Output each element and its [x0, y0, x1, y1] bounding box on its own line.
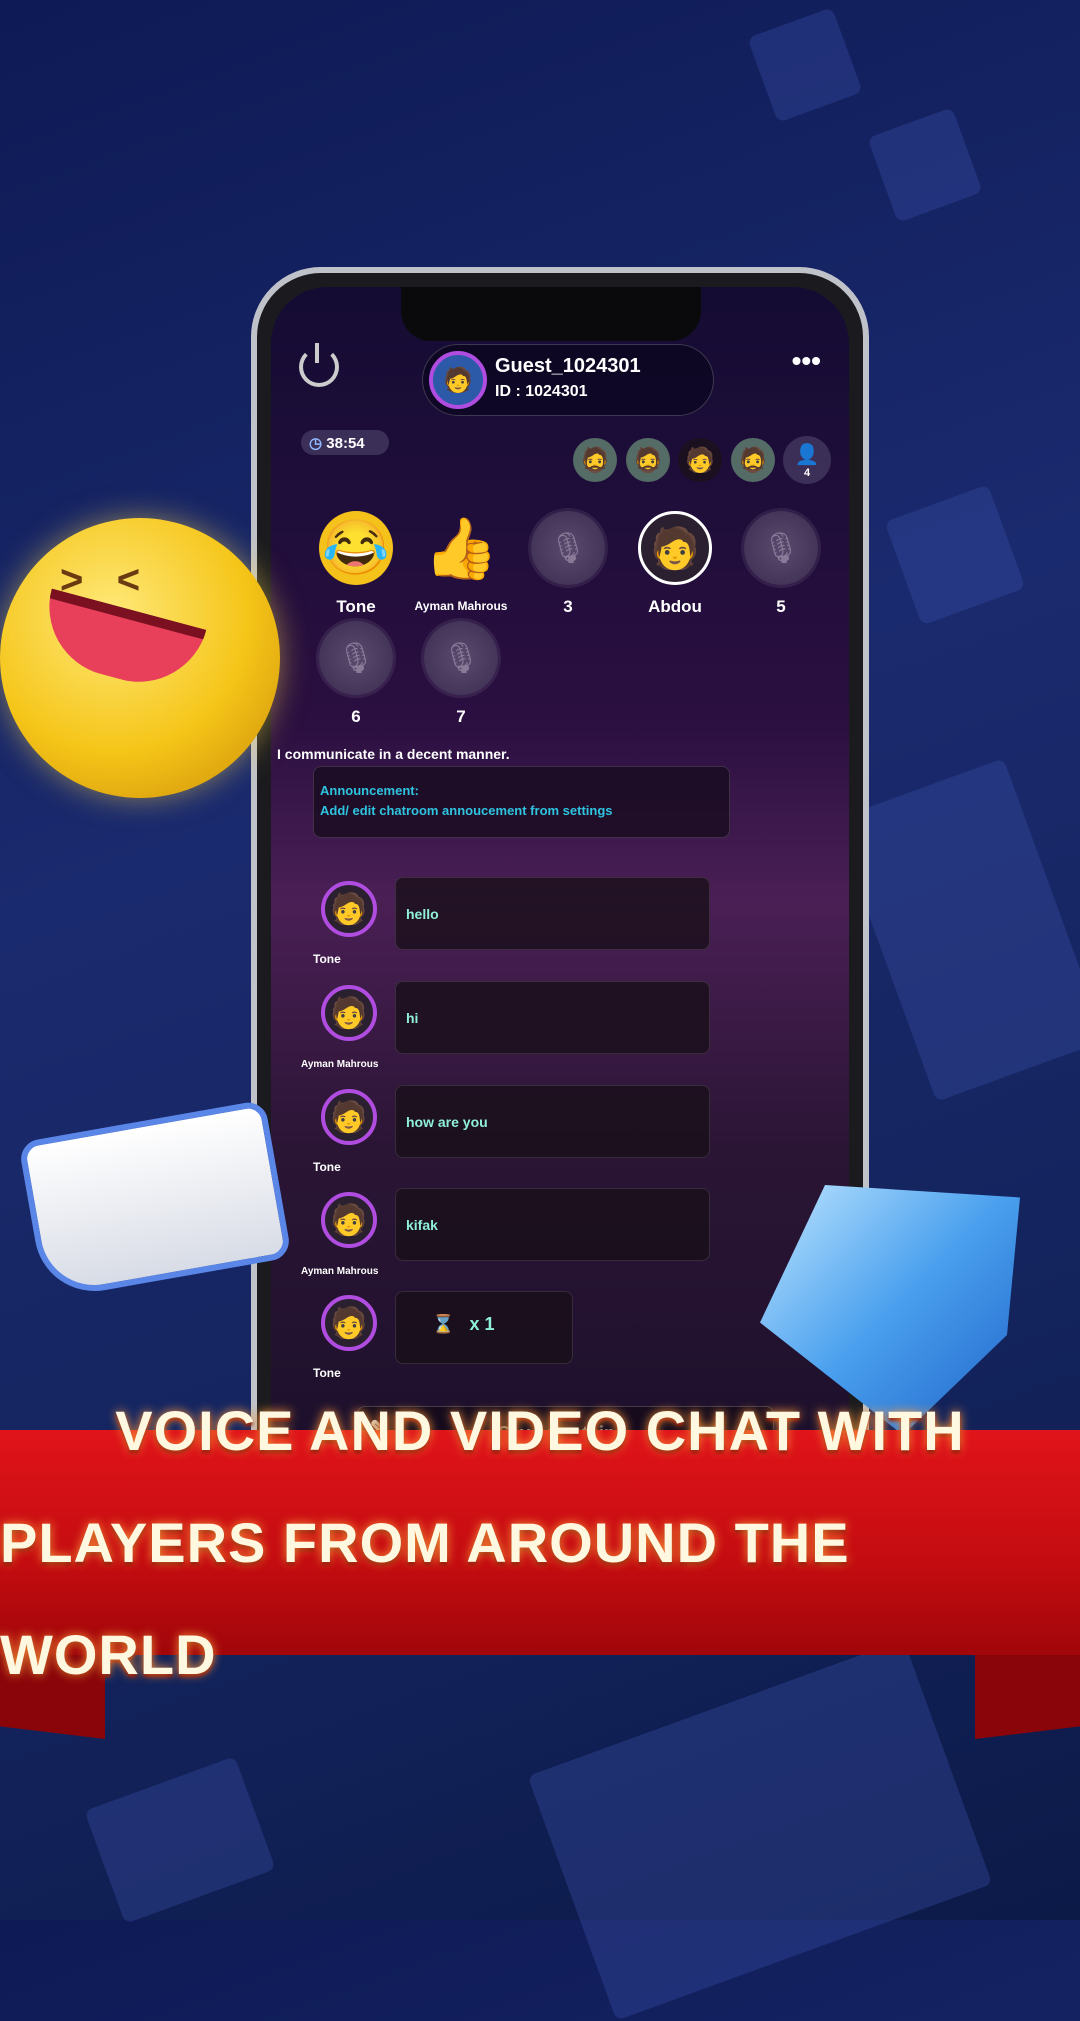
mic-icon: 🎙 [441, 641, 481, 675]
seat-2[interactable]: 👍 [424, 511, 499, 585]
seat-6[interactable]: 🎙 [319, 621, 393, 695]
seat-5[interactable]: 🎙 [744, 511, 818, 585]
username: Guest_1024301 [495, 355, 641, 377]
audience-avatar[interactable]: 🧑 [678, 438, 722, 482]
bg-tile [834, 758, 1080, 1102]
mic-icon: 🎙 [761, 531, 801, 565]
sender-name: Tone [313, 1160, 341, 1174]
announcement-box: Announcement: Add/ edit chatroom annouce… [313, 766, 730, 838]
hourglass-icon: ⌛ [432, 1314, 455, 1334]
bg-tile [747, 7, 863, 123]
bg-tile [867, 107, 983, 223]
audience-avatar[interactable]: 🧔 [626, 438, 670, 482]
mic-icon: 🎙 [336, 641, 376, 675]
seat-label: 5 [776, 597, 786, 616]
seat-3[interactable]: 🎙 [531, 511, 605, 585]
banner-line-1: VOICE AND VIDEO CHAT WITH [115, 1398, 965, 1462]
gift-bubble: ⌛ x 1 [395, 1291, 573, 1364]
bg-tile [884, 484, 1026, 626]
power-icon [315, 343, 319, 363]
power-button[interactable] [299, 343, 339, 387]
mic-icon: 🎙 [548, 531, 588, 565]
sender-avatar[interactable]: 🧑 [321, 881, 377, 937]
announcement-body: Add/ edit chatroom annoucement from sett… [320, 803, 613, 818]
gift-count: x 1 [469, 1314, 495, 1334]
sender-name: Ayman Mahrous [301, 1266, 379, 1277]
profile-avatar: 🧑 [429, 351, 487, 409]
audience-count: 4 [803, 466, 811, 479]
message-bubble: kifak [395, 1188, 710, 1261]
seat-4[interactable]: 🧑 [638, 511, 712, 585]
message-bubble: how are you [395, 1085, 710, 1158]
promo-banner: VOICE AND VIDEO CHAT WITH PLAYERS FROM A… [0, 1399, 1080, 1686]
user-icon: 👤 [794, 443, 820, 466]
seat-1[interactable]: 😂 [319, 511, 393, 585]
chatroom-screen: ••• 🧑 Guest_1024301 ID : 1024301 ◷ 38:54… [271, 287, 849, 1511]
room-rule: I communicate in a decent manner. [277, 746, 510, 762]
banner-line-2: PLAYERS FROM AROUND THE WORLD [0, 1510, 850, 1686]
sender-name: Tone [313, 952, 341, 966]
laughing-emoji-decoration: > < [0, 518, 280, 798]
message-bubble: hello [395, 877, 710, 950]
timer: 38:54 [326, 435, 365, 452]
more-options-button[interactable]: ••• [792, 345, 821, 377]
sender-avatar[interactable]: 🧑 [321, 1295, 377, 1351]
seat-7[interactable]: 🎙 [424, 621, 498, 695]
sender-avatar[interactable]: 🧑 [321, 1089, 377, 1145]
timer-pill: ◷ 38:54 [301, 430, 389, 455]
audience-avatar[interactable]: 🧔 [731, 438, 775, 482]
audience-count-button[interactable]: 👤 4 [783, 436, 831, 484]
announcement-title: Announcement: [320, 783, 419, 798]
seat-label: 7 [456, 707, 466, 726]
bg-tile [84, 1756, 276, 1924]
message-bubble: hi [395, 981, 710, 1054]
sender-name: Ayman Mahrous [301, 1059, 379, 1070]
user-id: ID : 1024301 [495, 383, 588, 400]
profile-pill[interactable]: 🧑 Guest_1024301 ID : 1024301 [422, 344, 714, 416]
phone-notch [401, 287, 701, 341]
sender-avatar[interactable]: 🧑 [321, 1192, 377, 1248]
audience-avatar[interactable]: 🧔 [573, 438, 617, 482]
sender-avatar[interactable]: 🧑 [321, 985, 377, 1041]
clock-icon: ◷ [309, 435, 323, 452]
